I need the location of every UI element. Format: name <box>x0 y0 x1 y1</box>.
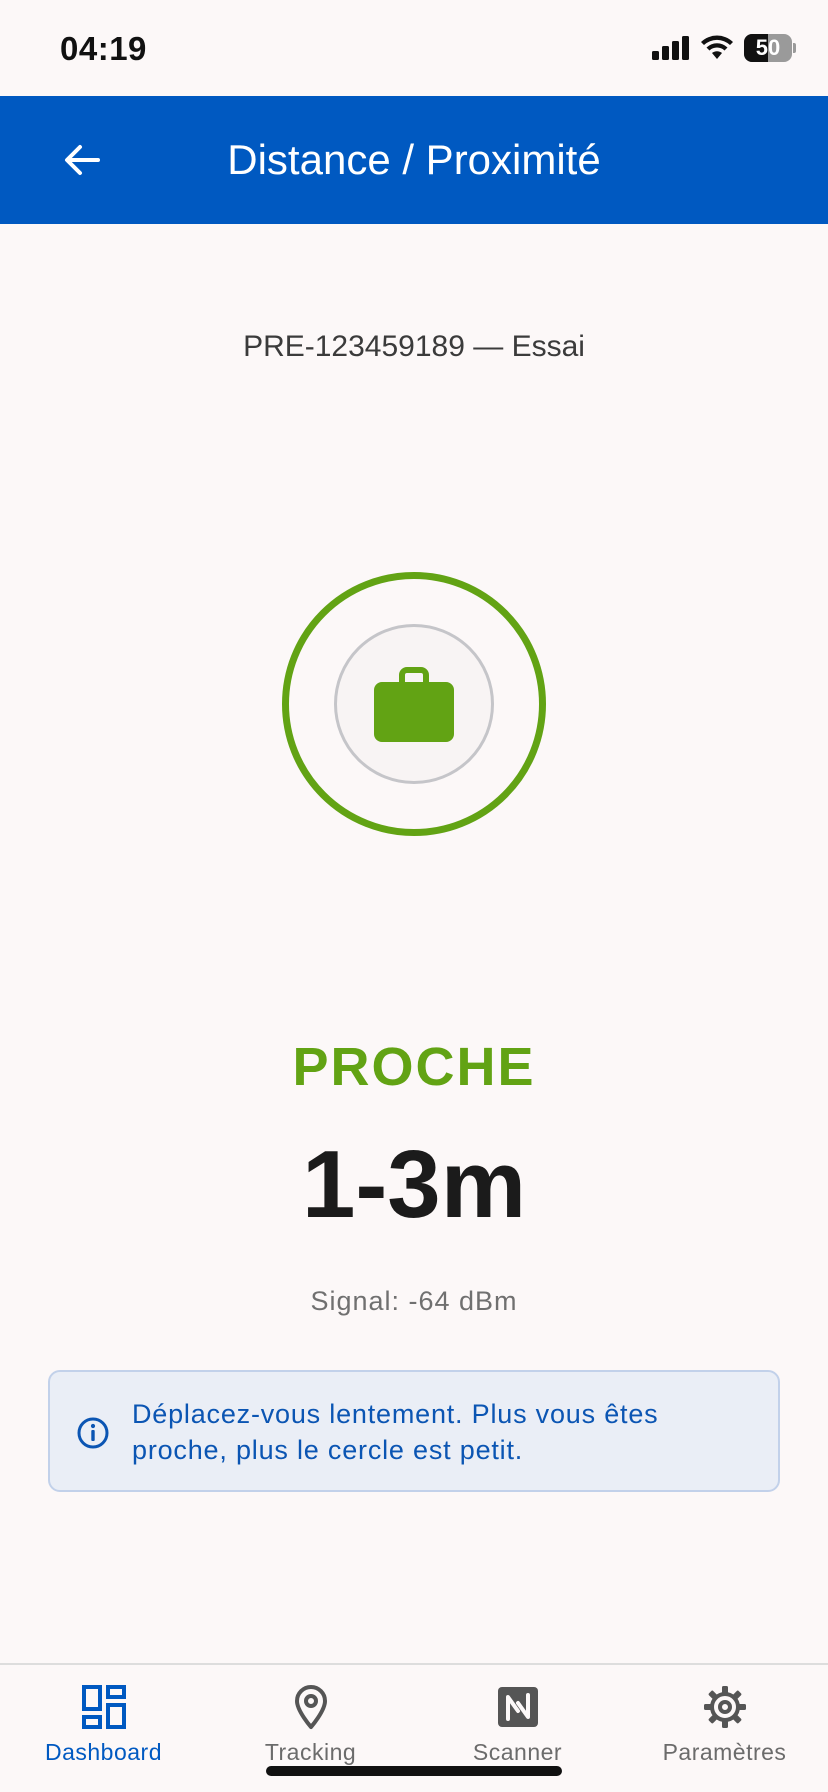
cellular-signal-icon <box>652 36 689 60</box>
nav-item-parametres[interactable]: Paramètres <box>621 1683 828 1773</box>
proximity-inner-ring <box>334 624 494 784</box>
signal-strength: Signal: -64 dBm <box>310 1286 518 1316</box>
nav-label-scanner: Scanner <box>472 1739 563 1765</box>
status-bar: 04:19 50 <box>0 0 828 96</box>
battery-icon: 50 <box>744 34 796 62</box>
proximity-status: PROCHE <box>292 1037 536 1097</box>
page-title: Distance / Proximité <box>227 136 601 183</box>
screen: 04:19 50 Distance / Proximité PRE-123459… <box>0 0 828 1792</box>
app-bar: Distance / Proximité <box>0 96 828 224</box>
wifi-icon <box>701 35 733 59</box>
nav-item-tracking[interactable]: Tracking <box>207 1683 414 1773</box>
info-message: Déplacez-vous lentement. Plus vous êtes … <box>132 1399 659 1465</box>
back-button[interactable] <box>52 130 112 190</box>
nav-label-tracking: Tracking <box>264 1739 357 1765</box>
info-icon <box>77 1417 109 1449</box>
distance-value: 1-3m <box>301 1131 527 1238</box>
info-box: Déplacez-vous lentement. Plus vous êtes … <box>48 1370 780 1492</box>
device-label: PRE-123459189 — Essai <box>243 330 585 363</box>
home-indicator[interactable] <box>266 1766 562 1776</box>
proximity-indicator <box>282 572 546 836</box>
nav-item-dashboard[interactable]: Dashboard <box>0 1683 207 1773</box>
status-time: 04:19 <box>60 30 147 67</box>
nav-item-scanner[interactable]: Scanner <box>414 1683 621 1773</box>
location-pin-icon <box>294 1685 327 1729</box>
dashboard-icon <box>81 1685 126 1729</box>
gear-icon <box>703 1686 746 1728</box>
battery-level: 50 <box>755 35 781 60</box>
nav-label-parametres: Paramètres <box>662 1739 787 1765</box>
briefcase-icon <box>374 667 454 742</box>
arrow-left-icon <box>65 145 100 175</box>
status-icons: 50 <box>652 34 796 62</box>
nfc-icon <box>497 1687 538 1727</box>
nav-label-dashboard: Dashboard <box>44 1739 163 1765</box>
